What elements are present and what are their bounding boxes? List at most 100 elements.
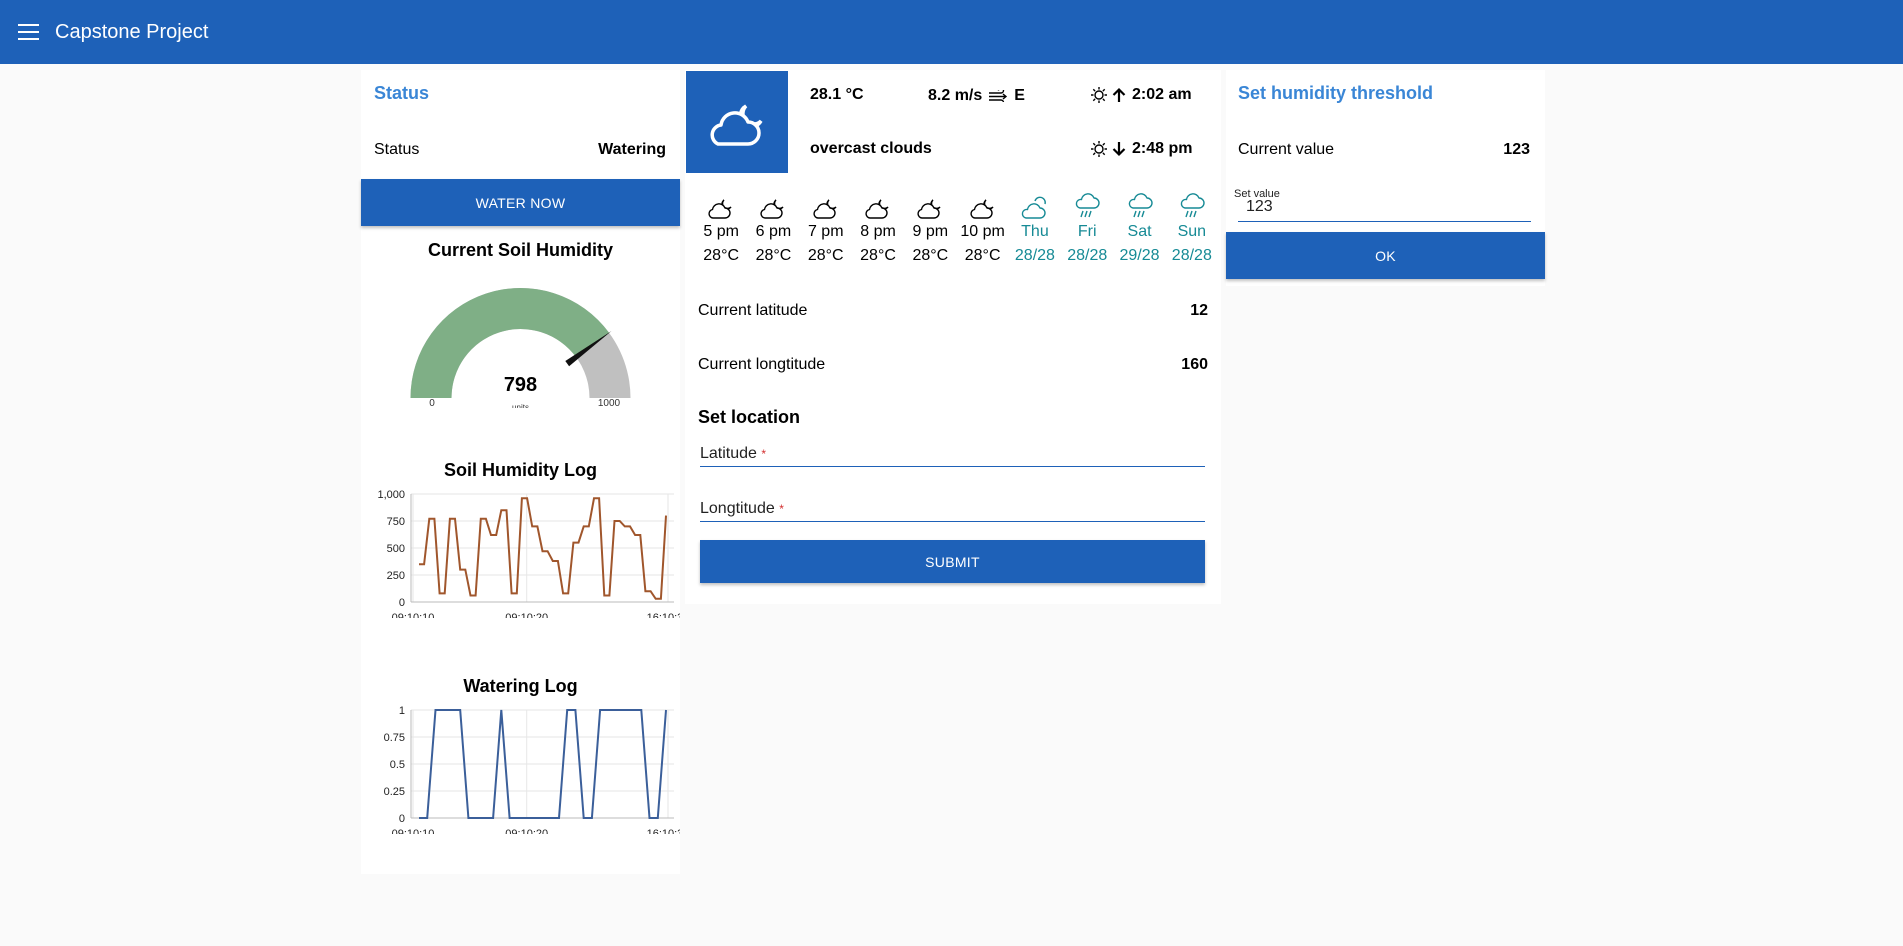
gauge-units: units xyxy=(512,403,529,408)
data-series-line xyxy=(419,497,667,600)
set-location-title: Set location xyxy=(698,407,801,427)
forecast-temp: 28°C xyxy=(807,247,844,264)
longitude-input[interactable]: Longtitude * xyxy=(700,500,1205,522)
status-label: Status xyxy=(374,141,420,158)
forecast-label: 6 pm xyxy=(755,223,792,240)
cloud-moon-icon xyxy=(852,186,904,220)
forecast-item: 9 pm 28°C xyxy=(904,186,956,268)
top-app-bar: Capstone Project xyxy=(0,0,1903,64)
current-value: 123 xyxy=(1503,141,1530,158)
status-value: Watering xyxy=(598,141,666,158)
y-tick-label: 250 xyxy=(387,570,405,582)
forecast-temp: 28/28 xyxy=(1014,247,1055,264)
current-temperature: 28.1 °C xyxy=(810,86,864,103)
forecast-temp: 28°C xyxy=(703,247,740,264)
forecast-item: Fri 28/28 xyxy=(1061,186,1113,268)
forecast-item: 6 pm 28°C xyxy=(747,186,799,268)
submit-button[interactable]: SUBMIT xyxy=(700,540,1205,583)
weather-location-card: 28.1 °C 8.2 m/s E 2:02 am overcast cloud… xyxy=(685,70,1221,604)
latitude-row: Current latitude 12 xyxy=(698,302,1208,320)
current-longitude-label: Current longtitude xyxy=(698,356,826,373)
wind-direction: E xyxy=(1014,87,1025,104)
required-mark: * xyxy=(779,502,784,516)
longitude-field-label: Longtitude xyxy=(700,500,775,517)
gauge-min: 0 xyxy=(429,398,435,408)
forecast-temp: 28°C xyxy=(860,247,896,264)
set-value-input[interactable]: 123 xyxy=(1238,198,1531,222)
weather-description: overcast clouds xyxy=(810,140,932,157)
y-tick-label: 0 xyxy=(399,813,405,825)
y-tick-label: 750 xyxy=(387,516,405,528)
x-tick-label: 09:10:20 xyxy=(505,828,548,834)
soil-humidity-gauge: 798 units 0 1000 xyxy=(410,288,631,408)
latitude-input[interactable]: Latitude * xyxy=(700,445,1205,467)
current-latitude-value: 12 xyxy=(1190,302,1208,319)
forecast-temp: 28/28 xyxy=(1171,247,1212,264)
current-longitude-value: 160 xyxy=(1181,356,1208,373)
forecast-label: Sun xyxy=(1177,223,1207,240)
set-value-text: 123 xyxy=(1246,198,1273,215)
wind-icon xyxy=(989,90,1008,102)
gauge-max: 1000 xyxy=(598,398,621,408)
y-tick-label: 0 xyxy=(399,597,405,609)
weather-icon-box xyxy=(686,71,788,173)
y-tick-label: 500 xyxy=(387,543,405,555)
arrow-up-icon xyxy=(1112,87,1126,102)
y-tick-label: 1,000 xyxy=(377,489,405,501)
cloud-moon-icon xyxy=(747,186,799,220)
latitude-field-label: Latitude xyxy=(700,445,757,462)
wind-speed: 8.2 m/s xyxy=(928,87,983,104)
gauge-title: Current Soil Humidity xyxy=(427,240,613,260)
water-now-button[interactable]: WATER NOW xyxy=(361,179,680,226)
ok-button[interactable]: OK xyxy=(1226,232,1545,279)
menu-icon[interactable] xyxy=(18,24,39,40)
soil-humidity-log-chart: 0 250 500 750 1,000 09:10:10 09:10:20 16:10:34 xyxy=(377,489,680,618)
forecast-item: Thu 28/28 xyxy=(1009,186,1061,268)
y-tick-label: 1 xyxy=(399,705,405,717)
longitude-row: Current longtitude 160 xyxy=(698,356,1208,374)
x-tick-label: 09:10:10 xyxy=(392,612,435,618)
forecast-label: 10 pm xyxy=(960,223,1005,240)
y-tick-label: 0.75 xyxy=(384,732,405,744)
wind-info: 8.2 m/s E xyxy=(928,87,1025,105)
rain-icon xyxy=(1061,186,1113,220)
sunrise-time: 2:02 am xyxy=(1132,86,1192,103)
cloud-moon-icon xyxy=(710,104,763,146)
threshold-title: Set humidity threshold xyxy=(1238,83,1434,103)
forecast-temp: 28/28 xyxy=(1067,247,1108,264)
forecast-label: 9 pm xyxy=(912,223,949,240)
rain-icon xyxy=(1113,186,1165,220)
current-value-label: Current value xyxy=(1238,141,1335,158)
forecast-label: Sat xyxy=(1127,223,1152,240)
x-tick-label: 16:10:34 xyxy=(647,828,680,834)
sun-icon xyxy=(1091,141,1107,157)
y-tick-label: 0.5 xyxy=(390,759,405,771)
cloud-moon-icon xyxy=(956,186,1008,220)
cloud-sun-icon xyxy=(1009,186,1061,220)
forecast-list: 5 pm 28°C 6 pm 28°C 7 pm 28°C 8 pm 28°C 9 pm… xyxy=(695,186,1220,268)
forecast-item: 5 pm 28°C xyxy=(695,186,747,268)
cloud-moon-icon xyxy=(800,186,852,220)
gauge-value: 798 xyxy=(504,374,537,396)
sunset-time: 2:48 pm xyxy=(1132,140,1193,157)
x-tick-label: 09:10:20 xyxy=(505,612,548,618)
app-title: Capstone Project xyxy=(55,20,209,43)
forecast-item: 7 pm 28°C xyxy=(800,186,852,268)
forecast-label: 7 pm xyxy=(807,223,844,240)
forecast-temp: 28°C xyxy=(964,247,1001,264)
status-card: Status Status Watering WATER NOW Current… xyxy=(361,70,680,874)
forecast-label: 8 pm xyxy=(860,223,896,240)
sun-icon xyxy=(1091,87,1107,103)
forecast-temp: 28°C xyxy=(912,247,949,264)
forecast-item: Sat 29/28 xyxy=(1113,186,1165,268)
forecast-temp: 29/28 xyxy=(1119,247,1160,264)
current-value-row: Current value 123 xyxy=(1238,141,1530,159)
soil-log-title: Soil Humidity Log xyxy=(444,460,597,480)
forecast-item: 10 pm 28°C xyxy=(956,186,1008,268)
cloud-moon-icon xyxy=(904,186,956,220)
threshold-card: Set humidity threshold Current value 123… xyxy=(1226,70,1545,286)
forecast-item: 8 pm 28°C xyxy=(852,186,904,268)
forecast-label: Fri xyxy=(1077,223,1097,240)
arrow-down-icon xyxy=(1112,142,1126,157)
forecast-temp: 28°C xyxy=(755,247,792,264)
